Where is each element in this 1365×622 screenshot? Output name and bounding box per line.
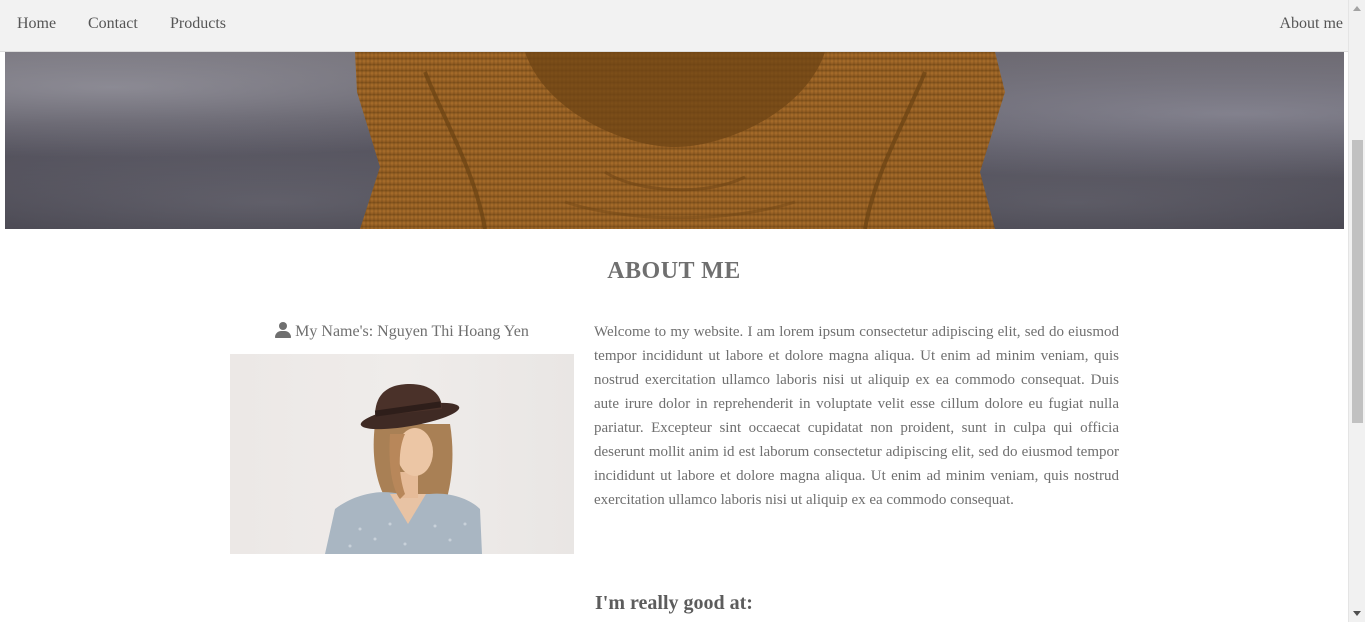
nav-home-link[interactable]: Home (17, 15, 56, 33)
nav-about-link[interactable]: About me (1279, 15, 1343, 33)
scroll-thumb[interactable] (1352, 140, 1363, 423)
hero-jacket-graphic (355, 52, 1005, 229)
name-label: My Name's: Nguyen Thi Hoang Yen (295, 323, 529, 340)
portrait-graphic (325, 384, 482, 554)
intro-paragraph: Welcome to my website. I am lorem ipsum … (594, 324, 1119, 508)
scroll-up-arrow-icon[interactable] (1353, 6, 1361, 11)
hero-image (5, 52, 1344, 229)
page-scrollbar[interactable] (1348, 0, 1365, 622)
top-navbar: Home Contact Products About me (0, 0, 1365, 52)
about-me-title: ABOUT ME (607, 258, 741, 284)
scroll-down-arrow-icon[interactable] (1353, 611, 1361, 616)
skills-heading: I'm really good at: (595, 592, 753, 614)
user-icon (275, 322, 292, 338)
portrait-image (230, 354, 574, 554)
nav-contact-link[interactable]: Contact (88, 15, 138, 33)
name-line: My Name's: Nguyen Thi Hoang Yen (230, 322, 574, 341)
nav-products-link[interactable]: Products (170, 15, 226, 33)
